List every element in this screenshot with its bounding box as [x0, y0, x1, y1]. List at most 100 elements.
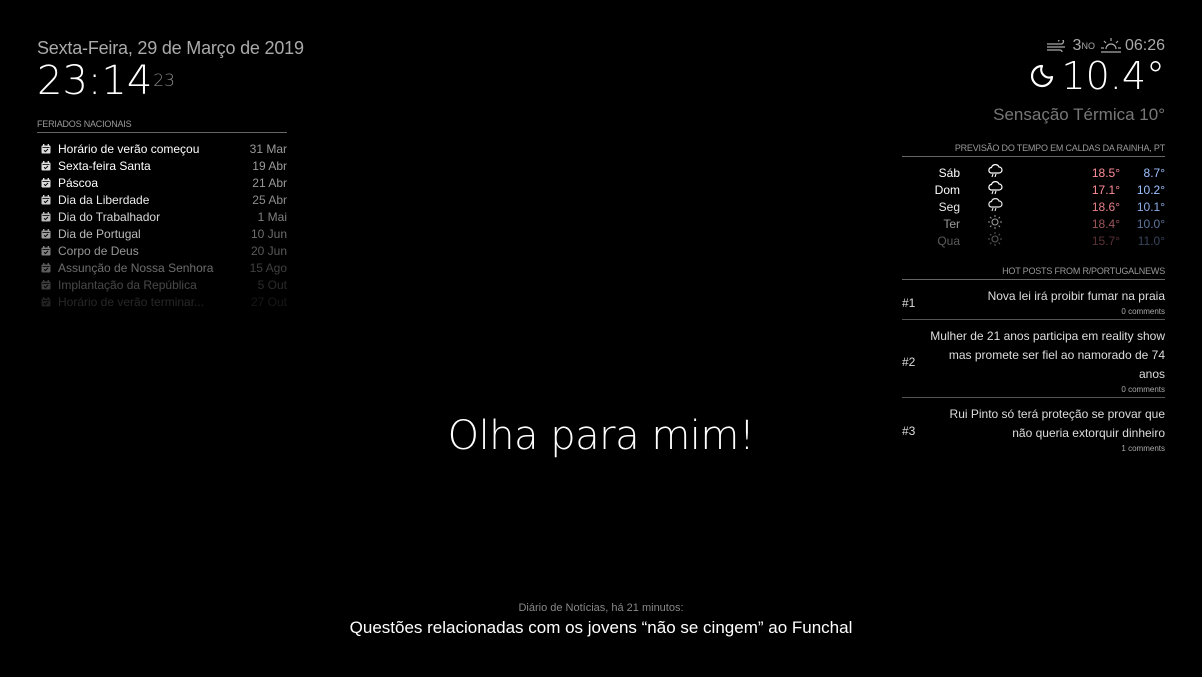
calendar-event-date: 1 Mai [257, 209, 287, 224]
clock-date: Sexta-Feira, 29 de Março de 2019 [37, 38, 304, 58]
forecast-row: Dom 17.1° 10.2° [902, 181, 1165, 198]
forecast-day: Ter [943, 216, 960, 231]
post-comments: 0 comments [1121, 385, 1165, 394]
calendar-header: FERIADOS NACIONAIS [37, 119, 287, 133]
forecast-module: PREVISÃO DO TEMPO EM CALDAS DA RAINHA, P… [902, 143, 1165, 249]
calendar-event-date: 5 Out [257, 277, 287, 292]
forecast-max: 18.4° [1091, 216, 1120, 231]
calendar-event: Dia de Portugal 10 Jun [37, 225, 287, 242]
calendar-event-date: 19 Abr [252, 158, 287, 173]
calendar-event: Assunção de Nossa Senhora 15 Ago [37, 259, 287, 276]
calendar-event-date: 31 Mar [249, 141, 287, 156]
clock-seconds: 23 [153, 71, 175, 91]
clock-module: Sexta-Feira, 29 de Março de 2019 23:1423 [37, 38, 304, 101]
post-body: Nova lei irá proibir fumar na praia 0 com… [930, 287, 1165, 317]
rain-cloud-icon [988, 164, 1003, 178]
sunrise-icon [1100, 38, 1121, 53]
calendar-event-date: 20 Jun [250, 243, 287, 258]
forecast-min: 11.0° [1137, 233, 1165, 248]
sun-icon [988, 215, 1002, 229]
current-weather-module: 3 NO 06:26 10.4° Sensação Térmica 10° [993, 37, 1165, 125]
post-comments: 0 comments [1121, 307, 1165, 316]
calendar-check-icon [41, 296, 51, 306]
moon-icon [1031, 64, 1054, 88]
calendar-event-title: Páscoa [58, 175, 99, 190]
calendar-check-icon [41, 160, 51, 170]
forecast-row: Seg 18.6° 10.1° [902, 198, 1165, 215]
wind-speed: 3 [1072, 37, 1082, 54]
calendar-event-title: Corpo de Deus [58, 243, 139, 258]
forecast-row: Sáb 18.5° 8.7° [902, 164, 1165, 181]
news-headline: Questões relacionadas com os jovens “não… [349, 618, 853, 637]
forecast-icon-cell [960, 164, 1030, 181]
forecast-max: 15.7° [1091, 233, 1120, 248]
forecast-min: 8.7° [1143, 165, 1165, 180]
wind-icon [1046, 40, 1065, 52]
calendar-event-title: Horário de verão começou [58, 141, 200, 156]
clock-hours-minutes: 23:14 [37, 58, 153, 104]
forecast-day: Qua [937, 233, 960, 248]
calendar-check-icon [41, 194, 51, 204]
sun-icon [988, 232, 1002, 246]
post-title: Nova lei irá proibir fumar na praia [987, 289, 1165, 303]
calendar-event: Páscoa 21 Abr [37, 174, 287, 191]
news-source: Diário de Notícias, há 21 minutos: [518, 602, 684, 614]
calendar-event: Horário de verão terminar... 27 Out [37, 293, 287, 310]
clock-time: 23:1423 [37, 61, 289, 101]
calendar-event-date: 10 Jun [250, 226, 287, 241]
calendar-check-icon [41, 245, 51, 255]
calendar-event: Sexta-feira Santa 19 Abr [37, 157, 287, 174]
calendar-event-title: Assunção de Nossa Senhora [58, 260, 214, 275]
calendar-event-title: Horário de verão terminar... [58, 294, 205, 309]
calendar-event-title: Dia de Portugal [58, 226, 141, 241]
calendar-event: Corpo de Deus 20 Jun [37, 242, 287, 259]
calendar-event-title: Implantação da República [58, 277, 197, 292]
forecast-min: 10.0° [1136, 216, 1165, 231]
calendar-event-date: 15 Ago [249, 260, 287, 275]
calendar-event: Dia da Liberdade 25 Abr [37, 191, 287, 208]
reddit-post: #2 Mulher de 21 anos participa em reality… [902, 320, 1165, 398]
calendar-event-date: 27 Out [250, 294, 287, 309]
calendar-check-icon [41, 262, 51, 272]
reddit-header: HOT POSTS FROM R/PORTUGALNEWS [902, 266, 1165, 280]
forecast-day: Sáb [938, 165, 960, 180]
forecast-day: Seg [938, 199, 960, 214]
forecast-header: PREVISÃO DO TEMPO EM CALDAS DA RAINHA, P… [902, 143, 1165, 157]
calendar-event-title: Dia do Trabalhador [58, 209, 161, 224]
current-temperature-line: 10.4° [993, 56, 1165, 96]
calendar-event: Horário de verão começou 31 Mar [37, 140, 287, 157]
forecast-max: 18.5° [1091, 165, 1120, 180]
forecast-icon-cell [960, 215, 1030, 232]
calendar-check-icon [41, 211, 51, 221]
forecast-icon-cell [960, 232, 1030, 249]
forecast-row: Qua 15.7° 11.0° [902, 232, 1165, 249]
calendar-event-title: Sexta-feira Santa [58, 158, 151, 173]
forecast-table: Sáb 18.5° 8.7° Dom 17.1° 10.2° Seg 18.6° 10.1° Te… [902, 164, 1165, 249]
calendar-check-icon [41, 228, 51, 238]
forecast-icon-cell [960, 181, 1030, 198]
sun-time: 06:26 [1124, 37, 1165, 54]
forecast-day: Dom [934, 182, 960, 197]
calendar-event-date: 21 Abr [252, 175, 287, 190]
wind-direction: NO [1081, 41, 1095, 51]
post-body: Mulher de 21 anos participa em reality s… [930, 327, 1165, 395]
calendar-event-title: Dia da Liberdade [58, 192, 150, 207]
compliment-text: Olha para mim! [447, 413, 755, 459]
calendar-event-date: 25 Abr [252, 192, 287, 207]
calendar-module: FERIADOS NACIONAIS Horário de verão come… [37, 119, 287, 310]
post-rank: #2 [902, 355, 916, 369]
calendar-check-icon [41, 177, 51, 187]
calendar-event: Implantação da República 5 Out [37, 276, 287, 293]
feels-like: Sensação Térmica 10° [993, 105, 1165, 124]
rain-cloud-icon [988, 198, 1003, 212]
forecast-icon-cell [960, 198, 1030, 215]
newsfeed-module: Diário de Notícias, há 21 minutos: Quest… [0, 602, 1202, 638]
forecast-row: Ter 18.4° 10.0° [902, 215, 1165, 232]
rain-cloud-icon [988, 181, 1003, 195]
forecast-max: 18.6° [1091, 199, 1120, 214]
calendar-check-icon [41, 143, 51, 153]
calendar-check-icon [41, 279, 51, 289]
calendar-event-list: Horário de verão começou 31 Mar Sexta-feir… [37, 140, 287, 310]
post-rank: #1 [902, 296, 916, 310]
wind-sun-line: 3 NO 06:26 [993, 37, 1165, 55]
